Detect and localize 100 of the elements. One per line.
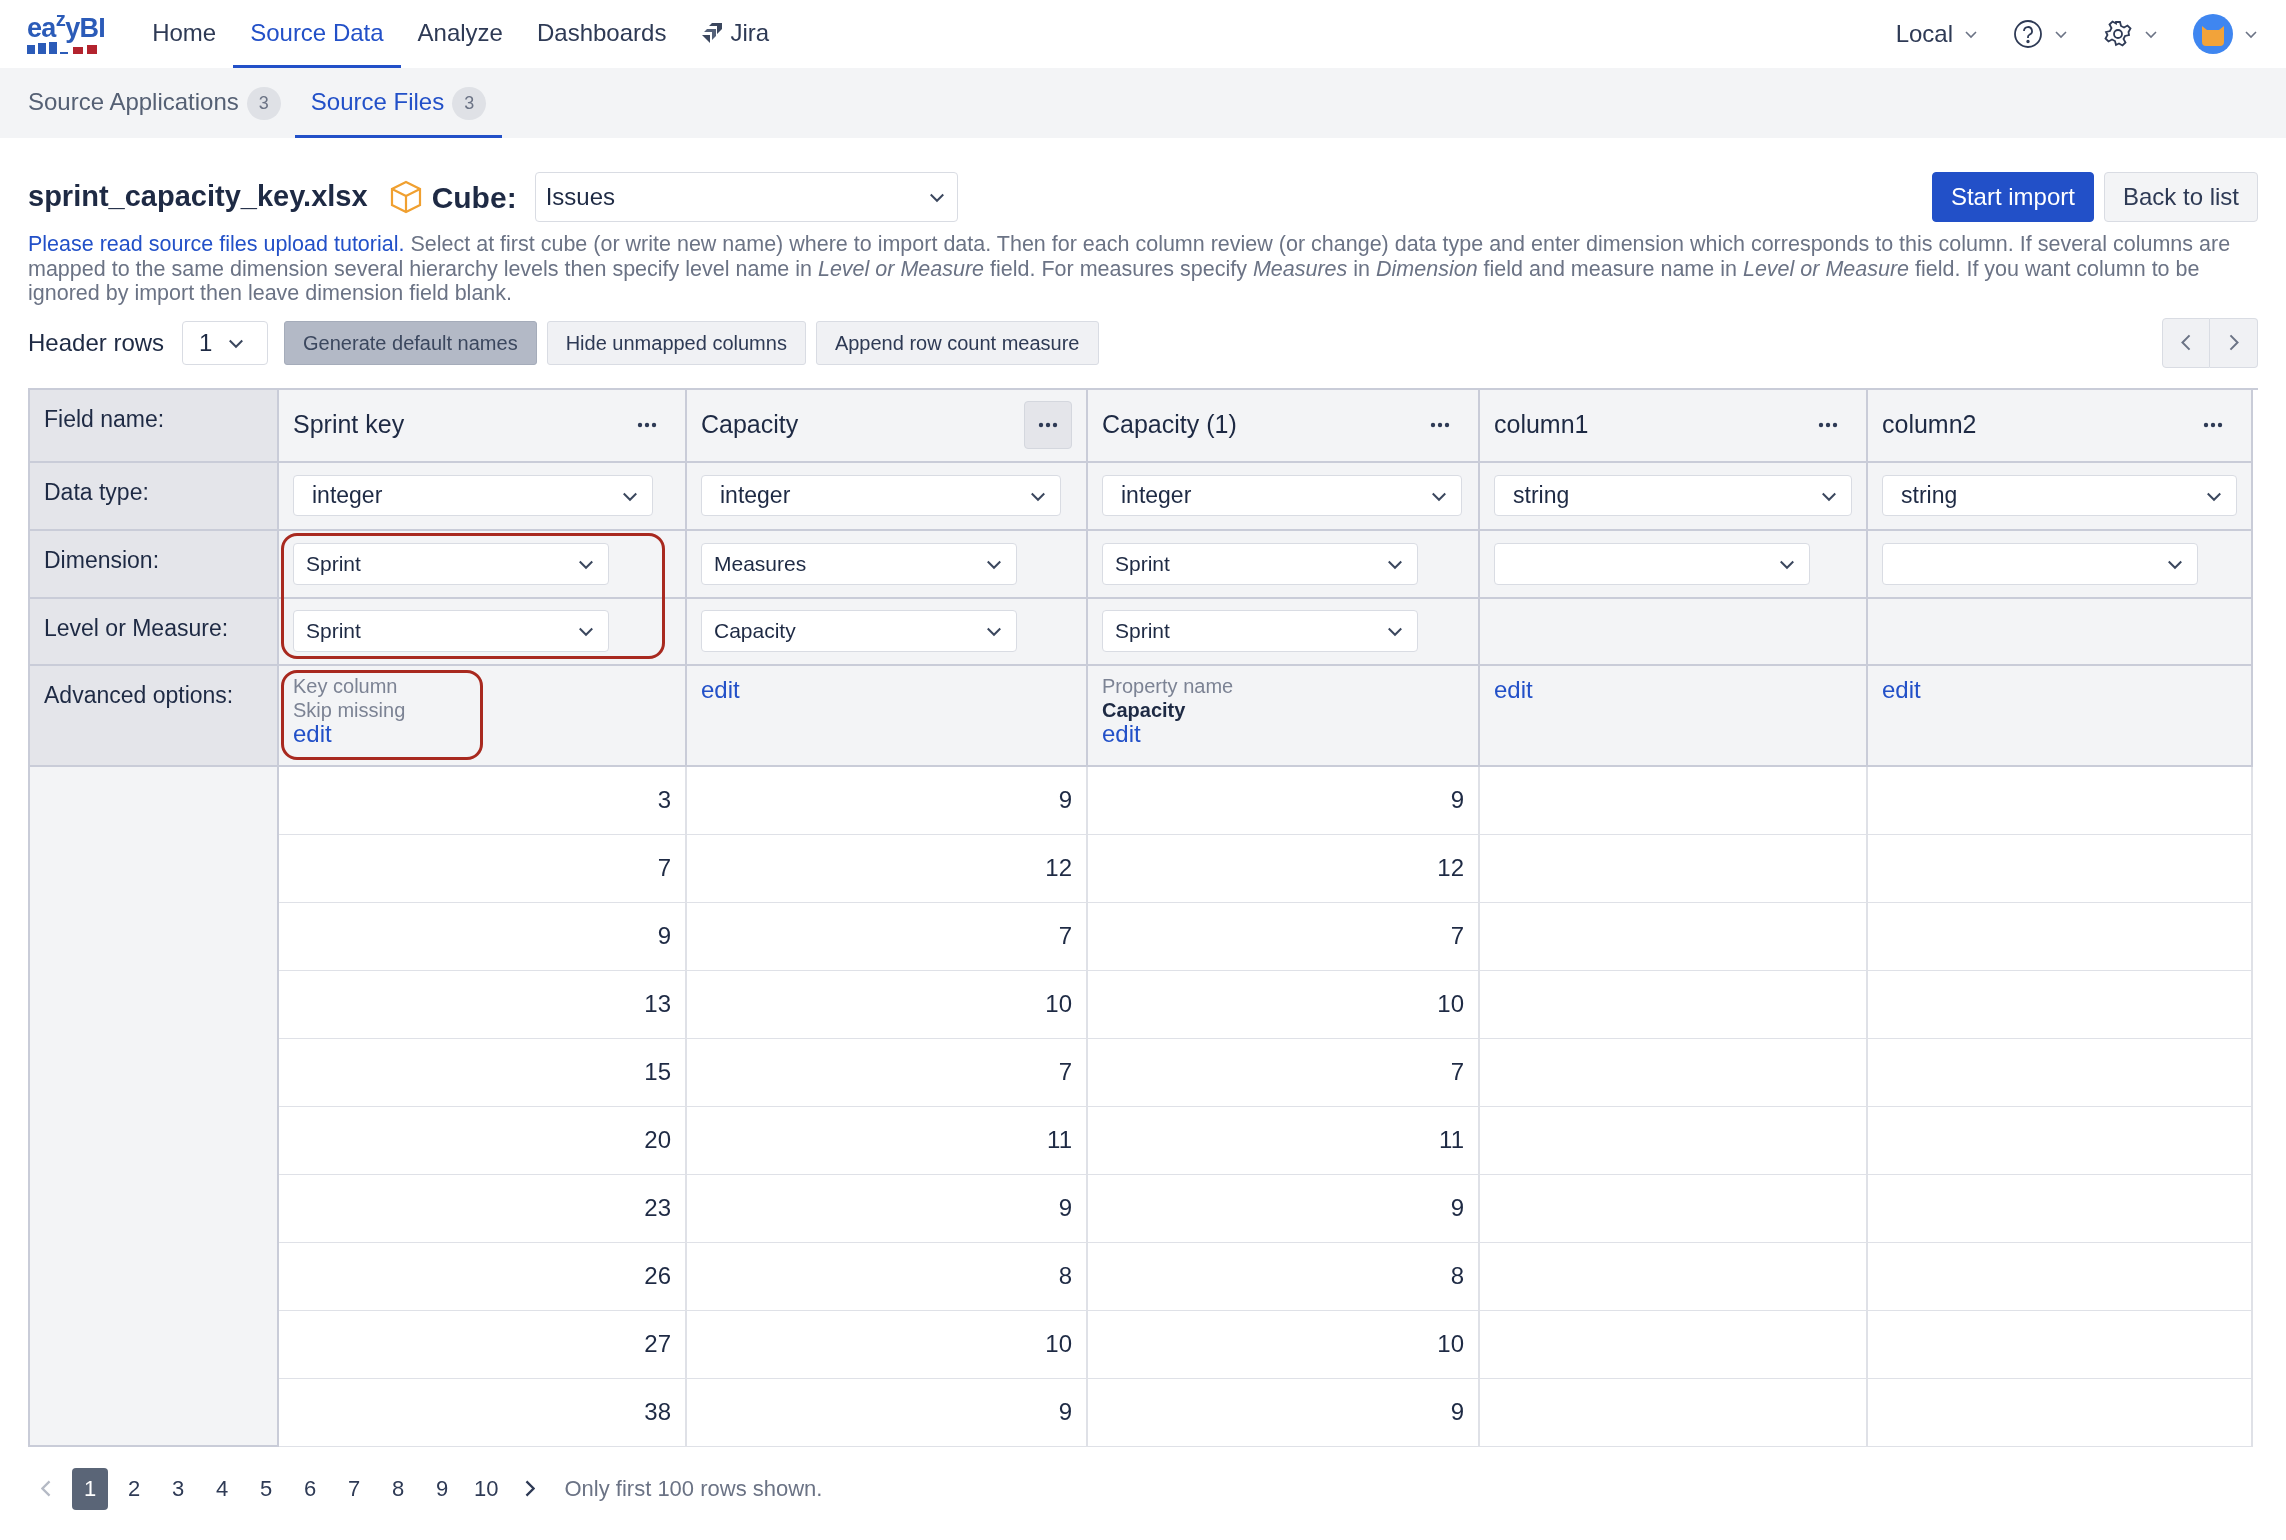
table-cell-text: 9 xyxy=(1450,785,1464,815)
page-button[interactable]: 6 xyxy=(292,1467,328,1510)
header-rows-label: Header rows xyxy=(28,327,165,358)
dimension-select[interactable]: Sprint xyxy=(1102,542,1418,585)
header-rows-select[interactable]: 1 xyxy=(182,320,269,365)
nav-tab[interactable]: Dashboards xyxy=(519,0,684,68)
jira-icon xyxy=(700,20,725,45)
page-button[interactable]: 8 xyxy=(380,1467,416,1510)
table-cell-text: 11 xyxy=(1439,1125,1464,1155)
table-cell-text: 27 xyxy=(644,1329,671,1359)
rows-note: Only first 100 rows shown. xyxy=(564,1475,823,1503)
table-cell-text: 23 xyxy=(644,1193,671,1223)
table-cell-text: 8 xyxy=(1058,1261,1072,1291)
avatar-icon xyxy=(2193,14,2233,54)
help-menu[interactable] xyxy=(2013,19,2069,49)
edit-link[interactable]: edit xyxy=(1102,721,1141,746)
tutorial-link[interactable]: Please read source files upload tutorial. xyxy=(28,232,405,256)
help-icon xyxy=(2013,19,2043,49)
level-select[interactable]: Sprint xyxy=(1102,610,1418,652)
page-button[interactable]: 7 xyxy=(336,1467,372,1510)
dimension-select[interactable]: Measures xyxy=(701,542,1017,585)
table-cell-text: 9 xyxy=(1450,1397,1464,1427)
page-button[interactable]: 2 xyxy=(116,1467,152,1510)
table-cell-text: 7 xyxy=(657,853,671,883)
nav-tab[interactable]: Jira xyxy=(683,0,787,68)
edit-link[interactable]: edit xyxy=(1494,677,1533,702)
cube-label: Cube: xyxy=(431,179,517,216)
row-label: Advanced options: xyxy=(44,681,234,708)
more-icon xyxy=(1038,422,1058,428)
table-cell-text: 10 xyxy=(1437,1329,1464,1359)
edit-link[interactable]: edit xyxy=(701,677,740,702)
cube-select[interactable]: Issues xyxy=(534,172,958,222)
subtab[interactable]: Source Applications 3 xyxy=(28,68,281,138)
table-cell-text: 7 xyxy=(1450,1057,1464,1087)
table-cell-text: 10 xyxy=(1045,989,1072,1019)
data-type-select[interactable]: integer xyxy=(701,475,1061,516)
table-cell-text: 7 xyxy=(1058,921,1072,951)
settings-menu[interactable] xyxy=(2103,19,2159,49)
data-type-select[interactable]: integer xyxy=(293,475,653,516)
more-icon xyxy=(637,422,657,428)
start-import-button[interactable]: Start import xyxy=(1931,172,2094,222)
help-text: Please read source files upload tutorial. Select at first cube (or write new name) where to import data. Then for each column review (or change) data type and enter dimension which corresponds to this column. If several columns are mapped to the same dimension several hierarchy levels then specify level name in Level or Measure field. For measures specify Measures in Dimension field and measure name in Level or Measure field. If you want column to be ignored by import then leave dimension field blank. xyxy=(28,232,2232,306)
count-badge: 3 xyxy=(246,87,281,120)
dimension-select[interactable]: Sprint xyxy=(293,542,609,585)
row-label: Field name: xyxy=(44,405,165,432)
nav-tab[interactable]: Analyze xyxy=(400,0,520,68)
nav-tab[interactable]: Home xyxy=(135,0,234,68)
chevron-right-icon xyxy=(2228,334,2239,351)
page-button[interactable]: 5 xyxy=(248,1467,284,1510)
count-badge: 3 xyxy=(452,87,487,120)
data-type-select[interactable]: string xyxy=(1882,475,2237,516)
table-cell-text: 26 xyxy=(644,1261,671,1291)
chevron-right-icon xyxy=(525,1480,536,1497)
table-cell-text: 8 xyxy=(1450,1261,1464,1291)
field-name: Capacity (1) xyxy=(1102,409,1237,441)
subtab[interactable]: Source Files 3 xyxy=(294,68,503,138)
table-cell-text: 9 xyxy=(1058,1193,1072,1223)
page-button[interactable]: 3 xyxy=(160,1467,196,1510)
table-cell-text: 15 xyxy=(644,1057,671,1087)
back-to-list-button[interactable]: Back to list xyxy=(2103,172,2258,222)
toolbar-button[interactable]: Generate default names xyxy=(284,320,537,365)
chevron-left-icon xyxy=(2181,334,2191,351)
table-cell-text: 38 xyxy=(644,1397,671,1427)
account-dropdown[interactable]: Local xyxy=(1895,16,1979,52)
edit-link[interactable]: edit xyxy=(1882,677,1921,702)
data-type-select[interactable]: integer xyxy=(1102,475,1462,516)
level-select[interactable]: Sprint xyxy=(293,610,609,652)
table-cell-text: 7 xyxy=(1058,1057,1072,1087)
table-cell-text: 10 xyxy=(1045,1329,1072,1359)
page-button[interactable]: 9 xyxy=(424,1467,460,1510)
table-cell-text: 7 xyxy=(1450,921,1464,951)
page-button[interactable]: 10 xyxy=(468,1467,505,1510)
edit-link[interactable]: edit xyxy=(293,721,332,746)
level-select[interactable]: Capacity xyxy=(701,610,1017,652)
option-note: Property name xyxy=(1102,673,1234,698)
field-name: Sprint key xyxy=(293,409,405,441)
page-button[interactable]: 1 xyxy=(72,1467,108,1510)
row-label: Data type: xyxy=(44,478,149,505)
page-button[interactable]: 4 xyxy=(204,1467,240,1510)
table-cell-text: 9 xyxy=(1058,785,1072,815)
file-name: sprint_capacity_key.xlsx xyxy=(28,179,368,215)
chevron-left-icon xyxy=(41,1480,51,1497)
more-icon xyxy=(1430,422,1450,428)
toolbar-button[interactable]: Hide unmapped columns xyxy=(546,320,806,365)
user-menu[interactable] xyxy=(2193,14,2259,54)
field-name: Capacity xyxy=(701,409,799,441)
more-button[interactable] xyxy=(1024,401,1072,449)
toolbar-button[interactable]: Append row count measure xyxy=(815,320,1099,365)
row-label: Dimension: xyxy=(44,546,160,573)
data-type-select[interactable]: string xyxy=(1494,475,1852,516)
table-cell-text: 12 xyxy=(1437,853,1464,883)
settings-icon xyxy=(2103,19,2133,49)
logo-text: ea$^{z}$yBI xyxy=(27,14,106,42)
property-value: Capacity xyxy=(1102,697,1186,722)
table-cell-text: 9 xyxy=(1058,1397,1072,1427)
table-cell-text: 9 xyxy=(1450,1193,1464,1223)
field-name: column2 xyxy=(1882,409,1977,441)
option-note: Key column xyxy=(293,673,398,698)
table-cell-text: 12 xyxy=(1045,853,1072,883)
more-icon xyxy=(1818,422,1838,428)
